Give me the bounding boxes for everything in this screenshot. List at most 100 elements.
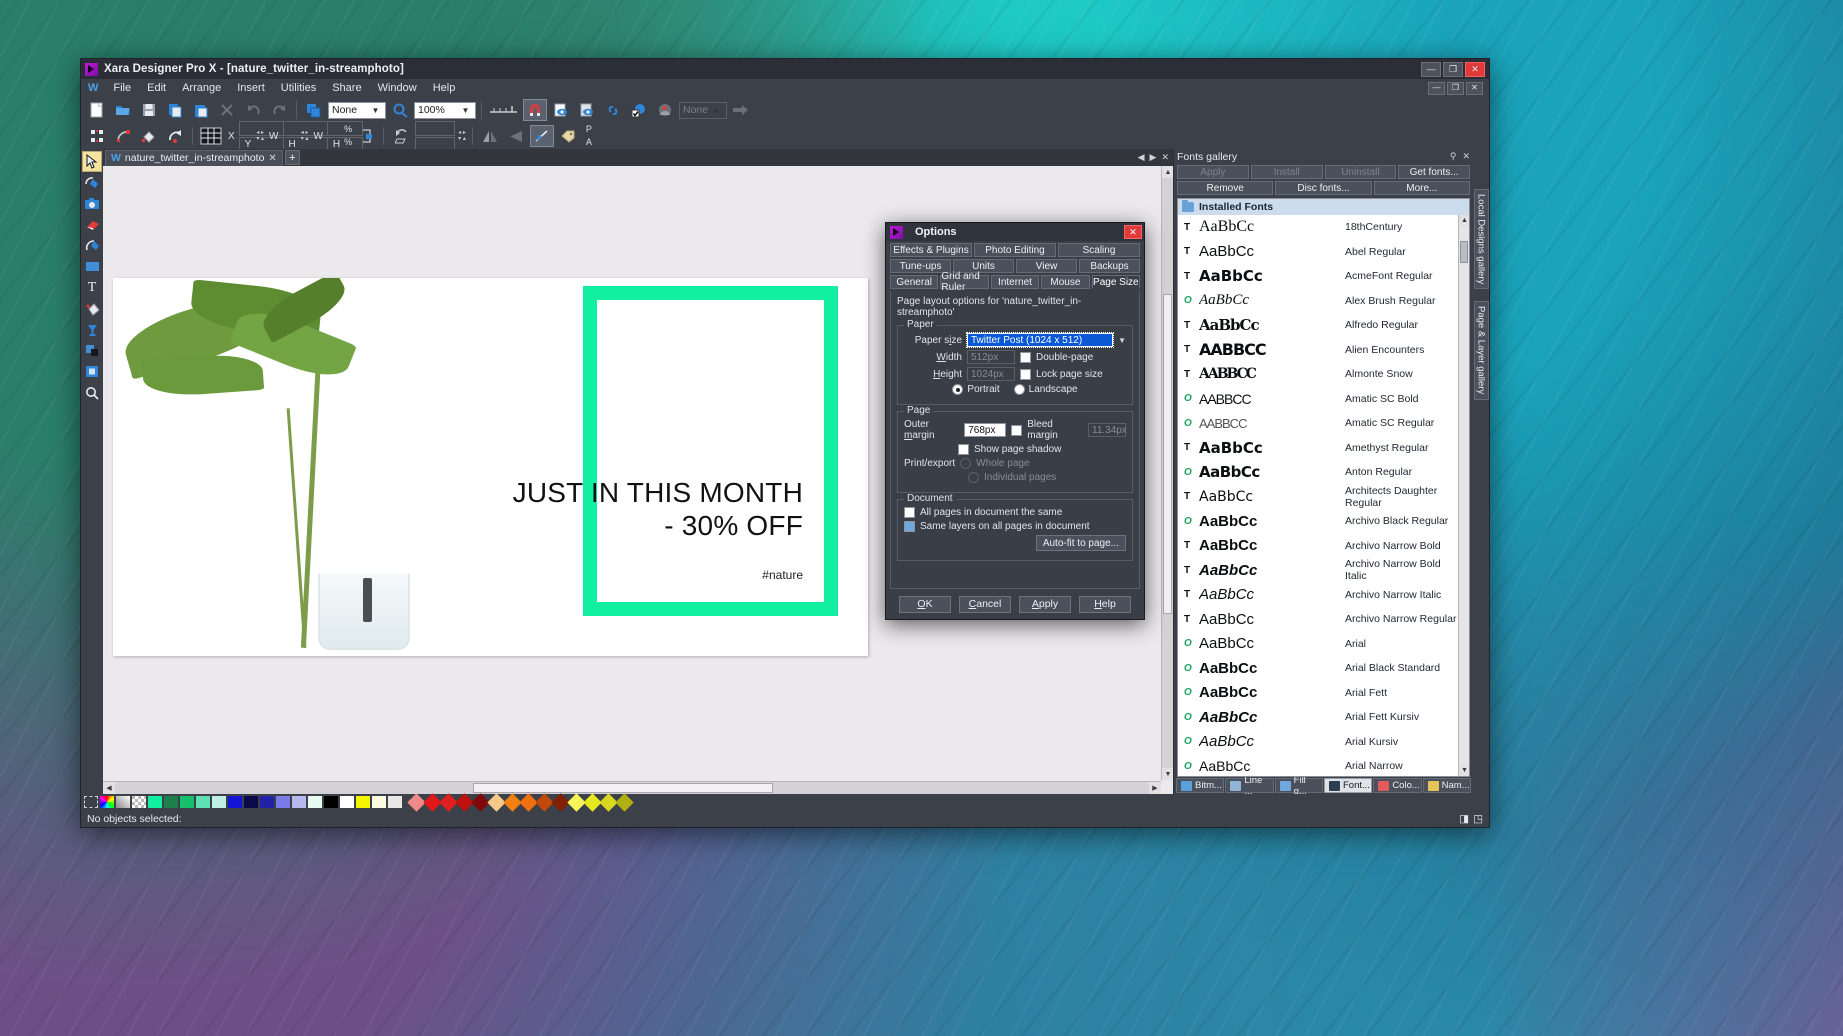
tab-scroll-right-icon[interactable]: ▶ <box>1150 152 1157 163</box>
wh-spinner[interactable]: ◂ ▸ ▾ ▴ <box>300 130 310 142</box>
get-fonts-button[interactable]: Get fonts... <box>1398 165 1470 179</box>
gallery-tab-line[interactable]: Line ... <box>1225 775 1274 797</box>
palette-swatch[interactable] <box>244 796 258 808</box>
text-tool[interactable]: T <box>82 277 102 298</box>
eraser-tool[interactable] <box>82 214 102 235</box>
tab-backups[interactable]: Backups <box>1079 259 1140 273</box>
scroll-left-icon[interactable]: ◀ <box>103 782 115 794</box>
lock-page-size-checkbox[interactable] <box>1020 368 1031 380</box>
bleed-margin-input[interactable]: 11.34px <box>1088 423 1127 437</box>
all-pages-same-checkbox[interactable] <box>904 507 915 518</box>
design-page[interactable]: JUST IN THIS MONTH - 30% OFF #nature <box>113 278 868 656</box>
tab-photo-editing[interactable]: Photo Editing <box>974 243 1056 257</box>
palette-diamond-swatch[interactable] <box>615 792 634 812</box>
font-list-item[interactable]: O AaBbCc Arial Fett Kursiv <box>1178 705 1469 730</box>
font-list-item[interactable]: O AaBbCc Arial Kursiv <box>1178 730 1469 755</box>
copy-icon[interactable] <box>163 99 187 121</box>
scroll-right-icon[interactable]: ▶ <box>1149 782 1161 794</box>
landscape-option[interactable]: Landscape <box>1013 384 1078 395</box>
tab-panel-close-icon[interactable]: ✕ <box>1161 152 1169 163</box>
menu-item-arrange[interactable]: Arrange <box>174 80 229 96</box>
tab-view[interactable]: View <box>1016 259 1077 273</box>
selector-tool[interactable] <box>82 151 102 172</box>
export-arrow-icon[interactable] <box>729 99 753 121</box>
font-list-item[interactable]: T AaBbCc Alfredo Regular <box>1178 313 1469 338</box>
font-list-item[interactable]: T AaBbCc Archivo Narrow Bold <box>1178 534 1469 559</box>
outer-margin-input[interactable]: 768px <box>964 423 1007 437</box>
tab-grid-and-ruler[interactable]: Grid and Ruler <box>940 271 989 293</box>
palette-swatch[interactable] <box>260 796 274 808</box>
palette-swatch[interactable] <box>324 796 338 808</box>
tab-scaling[interactable]: Scaling <box>1058 243 1140 257</box>
font-list-item[interactable]: T AaBbCc Architects Daughter Regular <box>1178 485 1469 510</box>
tab-scroll-left-icon[interactable]: ◀ <box>1138 152 1145 163</box>
menu-item-share[interactable]: Share <box>324 80 369 96</box>
web-publish-icon[interactable] <box>627 99 651 121</box>
font-list-item[interactable]: T AaBbCc Abel Regular <box>1178 240 1469 265</box>
help-button[interactable]: Help <box>1079 595 1131 613</box>
duplicate-icon[interactable] <box>302 99 326 121</box>
disc-fonts-button[interactable]: Disc fonts... <box>1275 181 1372 195</box>
palette-swatch[interactable] <box>372 796 386 808</box>
height-input[interactable]: 1024px <box>967 367 1015 381</box>
table-icon[interactable] <box>198 125 224 147</box>
same-layers-checkbox[interactable] <box>904 521 915 532</box>
install-button[interactable]: Install <box>1250 165 1323 179</box>
font-list-item[interactable]: O AaBbCc Arial Narrow <box>1178 754 1469 776</box>
fonts-scroll-down-icon[interactable]: ▼ <box>1459 765 1469 776</box>
shape-editor-tool[interactable] <box>82 172 102 193</box>
width-input[interactable]: 512px <box>967 350 1015 364</box>
inner-minimize-button[interactable]: — <box>1428 81 1445 95</box>
ruler-icon[interactable] <box>487 99 521 121</box>
bevel-tool[interactable] <box>82 361 102 382</box>
transparent-swatch[interactable] <box>132 796 146 808</box>
palette-swatch[interactable] <box>356 796 370 808</box>
side-tab-local-designs-gallery[interactable]: Local Designs gallery <box>1473 189 1489 290</box>
paste-icon[interactable] <box>189 99 213 121</box>
redo-icon[interactable] <box>267 99 291 121</box>
gallery-tab-nam[interactable]: Nam... <box>1422 778 1471 793</box>
new-document-icon[interactable] <box>85 99 109 121</box>
close-button[interactable]: ✕ <box>1465 61 1485 77</box>
fill-bucket-icon[interactable] <box>137 125 161 147</box>
fill-tool[interactable] <box>82 298 102 319</box>
fonts-scroll-thumb[interactable] <box>1460 241 1468 263</box>
document-preview-icon[interactable] <box>575 99 599 121</box>
rotate-arrow-icon[interactable] <box>163 125 187 147</box>
landscape-radio[interactable] <box>1013 384 1025 395</box>
side-tab-page-layer-gallery[interactable]: Page & Layer gallery <box>1473 301 1489 400</box>
add-document-tab-button[interactable]: + <box>284 150 300 165</box>
gallery-tab-fillg[interactable]: Fill g... <box>1274 775 1323 797</box>
color-editor-icon[interactable] <box>100 796 114 808</box>
page-combo[interactable]: None ▸ <box>679 101 727 119</box>
menu-item-utilities[interactable]: Utilities <box>273 80 324 96</box>
font-list-item[interactable]: O AaBbCc Alex Brush Regular <box>1178 289 1469 314</box>
font-list-item[interactable]: T AaBbCc AcmeFont Regular <box>1178 264 1469 289</box>
flip-vertical-icon[interactable] <box>504 125 528 147</box>
snap-status-icon[interactable]: ◨ <box>1459 813 1469 825</box>
close-icon[interactable]: ✕ <box>1462 151 1470 162</box>
vertical-scroll-thumb[interactable] <box>1163 294 1172 614</box>
menu-item-insert[interactable]: Insert <box>229 80 273 96</box>
palette-swatch[interactable] <box>212 796 226 808</box>
font-list-item[interactable]: T AaBbCc Archivo Narrow Bold Italic <box>1178 558 1469 583</box>
magnifier-icon[interactable] <box>388 99 412 121</box>
tab-mouse[interactable]: Mouse <box>1041 275 1090 289</box>
font-list-item[interactable]: T AABBCC Almonte Snow <box>1178 362 1469 387</box>
font-list-item[interactable]: O AaBbCc Arial Fett <box>1178 681 1469 706</box>
font-list-item[interactable]: T AaBbCc 18thCentury <box>1178 215 1469 240</box>
headline-text[interactable]: JUST IN THIS MONTH - 30% OFF <box>373 476 803 542</box>
document-tab-close-icon[interactable]: ✕ <box>268 153 276 164</box>
gallery-tab-bitm[interactable]: Bitm... <box>1176 778 1225 793</box>
xy-spinner[interactable]: ◂ ▸ ▾ ▴ <box>255 130 265 142</box>
palette-swatch[interactable] <box>308 796 322 808</box>
rotation-input[interactable] <box>415 120 456 136</box>
delete-x-icon[interactable] <box>215 99 239 121</box>
ok-button[interactable]: OK <box>899 595 951 613</box>
whole-page-radio[interactable] <box>960 458 972 469</box>
tab-internet[interactable]: Internet <box>990 275 1040 289</box>
show-page-shadow-checkbox[interactable] <box>958 444 969 455</box>
portrait-radio[interactable] <box>952 384 964 395</box>
scroll-up-icon[interactable]: ▲ <box>1162 166 1173 178</box>
paper-size-select[interactable]: Twitter Post (1024 x 512) <box>965 332 1115 348</box>
